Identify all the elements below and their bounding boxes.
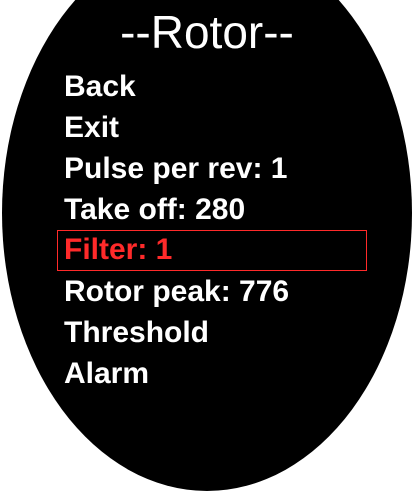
menu-item-pulse-per-rev[interactable]: Pulse per rev: 1: [57, 148, 287, 189]
menu-item-alarm[interactable]: Alarm: [57, 353, 149, 394]
menu-title: --Rotor--: [120, 6, 294, 58]
menu-item-threshold[interactable]: Threshold: [57, 312, 209, 353]
menu-item-exit[interactable]: Exit: [57, 107, 119, 148]
menu-item-rotor-peak[interactable]: Rotor peak: 776: [57, 271, 289, 312]
menu-item-filter-selected[interactable]: Filter: 1: [57, 230, 367, 271]
menu-item-back[interactable]: Back: [57, 66, 136, 107]
menu-item-take-off[interactable]: Take off: 280: [57, 189, 245, 230]
